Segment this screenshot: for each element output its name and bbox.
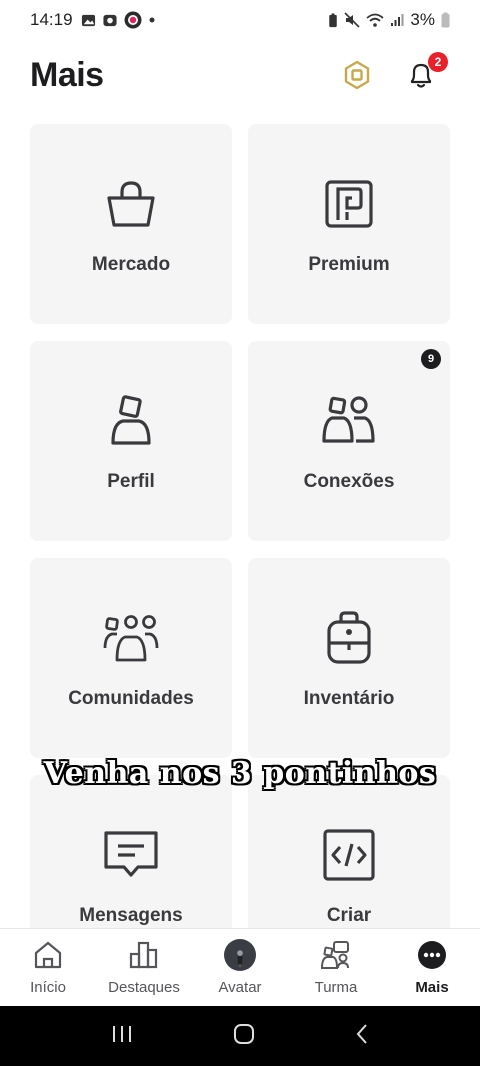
dot-icon	[149, 17, 155, 23]
robux-button[interactable]	[342, 60, 372, 90]
nav-destaques[interactable]: Destaques	[96, 929, 192, 1006]
gallery-icon	[81, 14, 95, 26]
robux-icon	[344, 60, 370, 90]
shopping-bag-icon	[103, 176, 159, 232]
tile-label: Premium	[308, 254, 390, 275]
status-bar: 14:19 3%	[0, 0, 480, 40]
nav-turma[interactable]: Turma	[288, 929, 384, 1006]
back-chevron-icon	[356, 1023, 368, 1044]
tile-label: Mercado	[91, 254, 171, 275]
notifications-button[interactable]: 2	[406, 52, 448, 90]
avatar-icon	[224, 939, 256, 971]
home-circle-icon	[233, 1023, 254, 1044]
message-icon	[103, 827, 159, 883]
record-icon	[124, 11, 142, 29]
premium-icon	[321, 176, 377, 232]
nav-label: Mais	[415, 979, 449, 996]
tile-criar[interactable]: Criar	[248, 775, 450, 928]
party-icon	[320, 939, 352, 971]
tile-premium[interactable]: Premium	[248, 124, 450, 324]
recent-apps-button[interactable]	[110, 1024, 134, 1049]
tile-label: Mensagens	[79, 905, 183, 926]
tile-label: Inventário	[303, 688, 395, 709]
status-right-icons: 3%	[328, 10, 450, 30]
tile-mensagens[interactable]: Mensagens	[30, 775, 232, 928]
battery-icon	[441, 12, 450, 28]
battery-saver-icon	[329, 12, 338, 27]
home-button[interactable]	[233, 1023, 255, 1050]
recent-apps-icon	[112, 1025, 131, 1042]
tile-mercado[interactable]: Mercado	[30, 124, 232, 324]
wifi-icon	[366, 13, 385, 27]
nav-label: Avatar	[218, 979, 262, 996]
page-title: Mais	[30, 55, 104, 94]
more-menu-grid: Mercado Premium Perfil 9 Conexões Comuni…	[30, 124, 450, 928]
connections-badge: 9	[421, 349, 441, 369]
tile-label: Conexões	[303, 471, 395, 492]
system-navigation-bar	[0, 1006, 480, 1066]
backpack-icon	[321, 610, 377, 666]
notification-badge: 2	[428, 52, 448, 72]
tile-inventario[interactable]: Inventário	[248, 558, 450, 758]
profile-icon	[103, 393, 159, 449]
tile-label: Perfil	[107, 471, 155, 492]
video-icon	[102, 14, 117, 26]
battery-percent: 3%	[410, 10, 435, 29]
status-time: 14:19	[30, 10, 73, 29]
tile-label: Comunidades	[68, 688, 194, 709]
charts-icon	[128, 939, 160, 971]
page-header: Mais 2	[30, 50, 450, 100]
header-actions: 2	[342, 52, 448, 90]
status-left-icons	[81, 11, 156, 29]
nav-label: Destaques	[108, 979, 180, 996]
bottom-navigation: Início Destaques Avatar Turma Mais	[0, 928, 480, 1006]
communities-icon	[103, 610, 159, 666]
nav-label: Início	[30, 979, 66, 996]
code-icon	[321, 827, 377, 883]
connections-icon	[321, 393, 377, 449]
nav-inicio[interactable]: Início	[0, 929, 96, 1006]
tile-perfil[interactable]: Perfil	[30, 341, 232, 541]
tile-label: Criar	[326, 905, 372, 926]
nav-label: Turma	[314, 979, 358, 996]
mute-icon	[344, 12, 360, 28]
home-icon	[32, 939, 64, 971]
tile-conexoes[interactable]: 9 Conexões	[248, 341, 450, 541]
signal-icon	[391, 14, 404, 26]
tile-comunidades[interactable]: Comunidades	[30, 558, 232, 758]
back-button[interactable]	[354, 1023, 370, 1050]
video-caption: Venha nos 3 pontinhos	[43, 756, 437, 791]
more-icon	[416, 939, 448, 971]
nav-avatar[interactable]: Avatar	[192, 929, 288, 1006]
nav-mais[interactable]: Mais	[384, 929, 480, 1006]
